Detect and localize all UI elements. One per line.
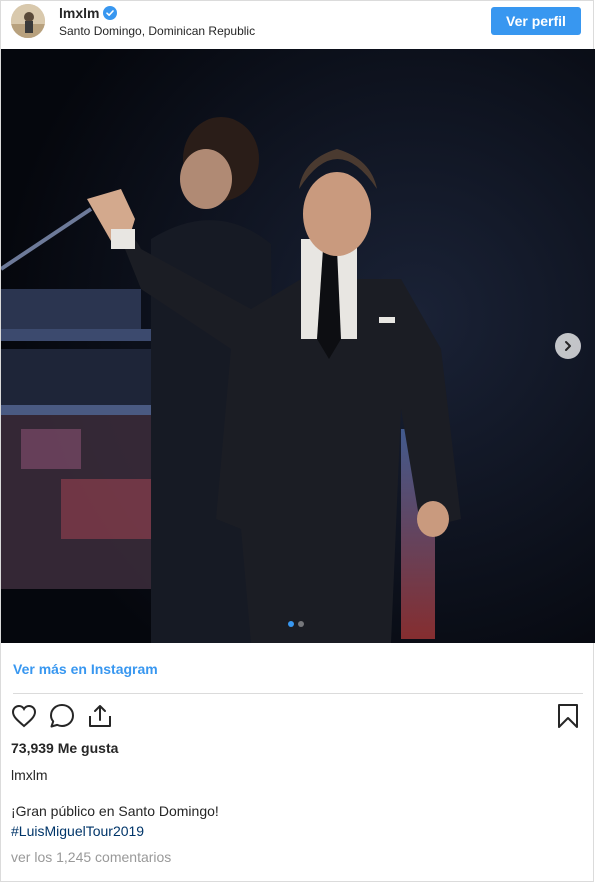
- view-comments-link[interactable]: ver los 1,245 comentarios: [11, 849, 171, 865]
- username-link[interactable]: lmxlm: [59, 5, 99, 21]
- avatar[interactable]: [11, 4, 45, 38]
- hashtag-link[interactable]: #LuisMiguelTour2019: [11, 823, 144, 839]
- post-header: lmxlm Santo Domingo, Dominican Republic …: [1, 1, 593, 49]
- location-link[interactable]: Santo Domingo, Dominican Republic: [59, 24, 255, 38]
- carousel-next-button[interactable]: [555, 333, 581, 359]
- comment-icon[interactable]: [47, 701, 77, 731]
- carousel-dot-2: [298, 621, 304, 627]
- chevron-right-icon: [562, 340, 574, 352]
- like-count[interactable]: 73,939 Me gusta: [11, 740, 118, 756]
- verified-badge-icon: [103, 6, 118, 20]
- post-photo[interactable]: [1, 49, 595, 643]
- heart-icon[interactable]: [9, 701, 39, 731]
- carousel-dot-1: [288, 621, 294, 627]
- username-row: lmxlm: [59, 5, 118, 21]
- carousel-indicator: [288, 621, 304, 627]
- view-more-link[interactable]: Ver más en Instagram: [13, 661, 158, 677]
- caption-username[interactable]: lmxlm: [11, 767, 48, 783]
- bookmark-icon[interactable]: [553, 701, 583, 731]
- instagram-embed-card: lmxlm Santo Domingo, Dominican Republic …: [0, 0, 595, 882]
- action-bar: [9, 701, 115, 731]
- caption-text: ¡Gran público en Santo Domingo!: [11, 803, 219, 819]
- view-profile-button[interactable]: Ver perfil: [491, 7, 581, 35]
- divider: [13, 693, 583, 694]
- share-icon[interactable]: [85, 701, 115, 731]
